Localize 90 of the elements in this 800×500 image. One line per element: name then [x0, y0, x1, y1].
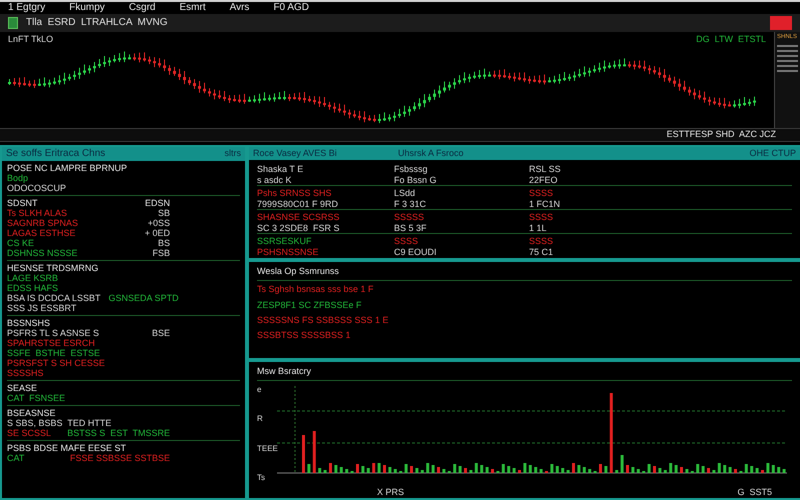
table-cell-text: SSSS — [394, 236, 420, 247]
axis-label: X PRS — [377, 486, 404, 498]
table-cell: RSL SS — [529, 164, 561, 175]
table-cell-text: Shaska T E — [257, 164, 304, 175]
app-icon[interactable] — [8, 17, 18, 29]
section-heading: BSSNSHS — [7, 318, 50, 328]
table-cell-text: SHASNSE SCSRSS — [257, 212, 341, 223]
axis-label: G SST5 — [737, 486, 772, 498]
table-cell: 75 C1 — [529, 247, 554, 258]
section-heading: SDSNT — [7, 198, 38, 208]
menu-item[interactable]: Fkumpy — [69, 2, 105, 14]
list-text: PSRSFST S SH CESSE — [7, 358, 105, 368]
list-text: GSNSEDA SPTD — [108, 293, 180, 303]
table-cell-text: C9 EOUDI — [394, 247, 438, 258]
menu-item[interactable]: Esmrt — [180, 2, 206, 14]
column-heading: EDSN — [144, 198, 171, 208]
list-text: LAGE KSRB — [7, 273, 58, 283]
table-cell-text: LSdd — [394, 188, 416, 199]
list-text: CAT — [7, 453, 24, 463]
list-text: SSSSHS — [7, 368, 44, 378]
panel-label: sltrs — [224, 148, 241, 160]
table-cell-text: SSRSESKUF — [257, 236, 313, 247]
list-text: SB — [158, 208, 171, 218]
alert-indicator[interactable] — [770, 16, 792, 30]
section-heading: BSEASNSE — [7, 408, 56, 418]
axis-label: TEEE — [257, 444, 277, 454]
footer-text: ESTTFESP SHD AZC JCZ — [666, 129, 776, 141]
table-cell-text: BS 5 3F — [394, 223, 428, 233]
table-cell: SSSS — [529, 236, 554, 247]
section-heading: POSE NC LAMPRE BPRNUP — [7, 163, 128, 173]
section-heading: PSBS BDSE MAFE EESE ST — [7, 443, 126, 453]
list-text: FSB — [152, 248, 171, 258]
table-cell-text: SC 3 2SDE8 FSR S — [257, 223, 341, 233]
menu-item[interactable]: Csgrd — [128, 2, 156, 14]
list-text: SAGNRB SPNAS — [7, 218, 78, 228]
list-text: Ts SLKH ALAS — [7, 208, 68, 218]
menu-item[interactable]: F0 AGD — [273, 2, 310, 14]
list-text: SSFE BSTHE ESTSE — [7, 348, 100, 358]
summary-text: ZESP8F1 SC ZFBSSEe F — [257, 300, 363, 311]
list-text: SSS JS ESSBRT — [7, 303, 76, 313]
table-cell-text: 7999S80C01 F 9RD — [257, 199, 340, 209]
list-text: BSTSS S EST TMSSRE — [67, 428, 171, 438]
list-text: EDSS HAFS — [7, 283, 58, 293]
list-text: SE SCSSL — [7, 428, 52, 438]
list-text: CAT FSNSEE — [7, 393, 66, 403]
list-text: + 0ED — [144, 228, 171, 238]
section-heading: SEASE — [7, 383, 38, 393]
toolbar-title: Tlla ESRD LTRAHLCA MVNG — [26, 16, 168, 30]
section-heading: HESNSE TRDSMRNG — [7, 263, 98, 273]
list-text: BS — [158, 238, 171, 248]
panel-title: Msw Bsratcry — [257, 366, 792, 382]
list-text: S SBS, BSBS TED HTTE — [7, 418, 112, 428]
list-text: SPAHRSTSE ESRCH — [7, 338, 95, 348]
table-cell: 22FEO — [529, 175, 558, 185]
list-text: PSFRS TL S ASNSE S — [7, 328, 100, 338]
panel-title: Uhsrsk A Fsroco — [398, 148, 465, 160]
table-cell-text: Fsbsssg — [394, 164, 429, 175]
table-cell: 1 FC1N — [529, 199, 560, 209]
table-cell-text: PSHSNSSNSE — [257, 247, 320, 258]
list-text: FSSE SSBSSE SSTBSE — [70, 453, 171, 463]
list-text: DSHNSS NSSSE — [7, 248, 78, 258]
list-text: +0SS — [148, 218, 171, 228]
menu-item[interactable]: Avrs — [230, 2, 250, 14]
table-cell-text: s asdc K — [257, 175, 293, 185]
menu-item[interactable]: 1 Egtgry — [8, 2, 46, 14]
table-cell-text: F 3 31C — [394, 199, 428, 209]
summary-text: SSSBTSS SSSSBSS 1 — [257, 330, 352, 342]
list-text: Bodp — [7, 173, 28, 183]
summary-text: Ts Sghsh bsnsas sss bse 1 F — [257, 284, 375, 296]
panel-title: Roce Vasey AVES Bi — [253, 148, 338, 160]
table-cell: SSSS — [529, 212, 554, 223]
list-text: BSE — [152, 328, 171, 338]
summary-text: SSSSSNS FS SSBSSS SSS 1 E — [257, 314, 390, 326]
axis-label: R — [257, 414, 264, 424]
table-cell-text: Pshs SRNSS SHS — [257, 188, 333, 199]
chart-label: LnFT TkLO — [8, 34, 54, 46]
price-readout: DG LTW ETSTL — [696, 34, 766, 46]
list-text: LAGAS ESTHSE — [7, 228, 76, 238]
list-text: BSA IS DCDCA LSSBT — [7, 293, 101, 303]
axis-label: e — [257, 385, 262, 396]
table-cell: SSSS — [529, 188, 554, 199]
panel-title: Se soffs Eritraca Chns — [6, 148, 106, 160]
table-cell-text: SSSSS — [394, 212, 426, 223]
panel-label: OHE CTUP — [749, 148, 796, 160]
axis-label: Ts — [257, 472, 266, 483]
table-cell-text: Fo Bssn G — [394, 175, 438, 185]
panel-title: Wesla Op Ssmrunss — [257, 266, 792, 282]
list-text: CS KE — [7, 238, 34, 248]
list-text: ODOCOSCUP — [7, 183, 66, 193]
table-cell: 1 1L — [529, 223, 547, 233]
